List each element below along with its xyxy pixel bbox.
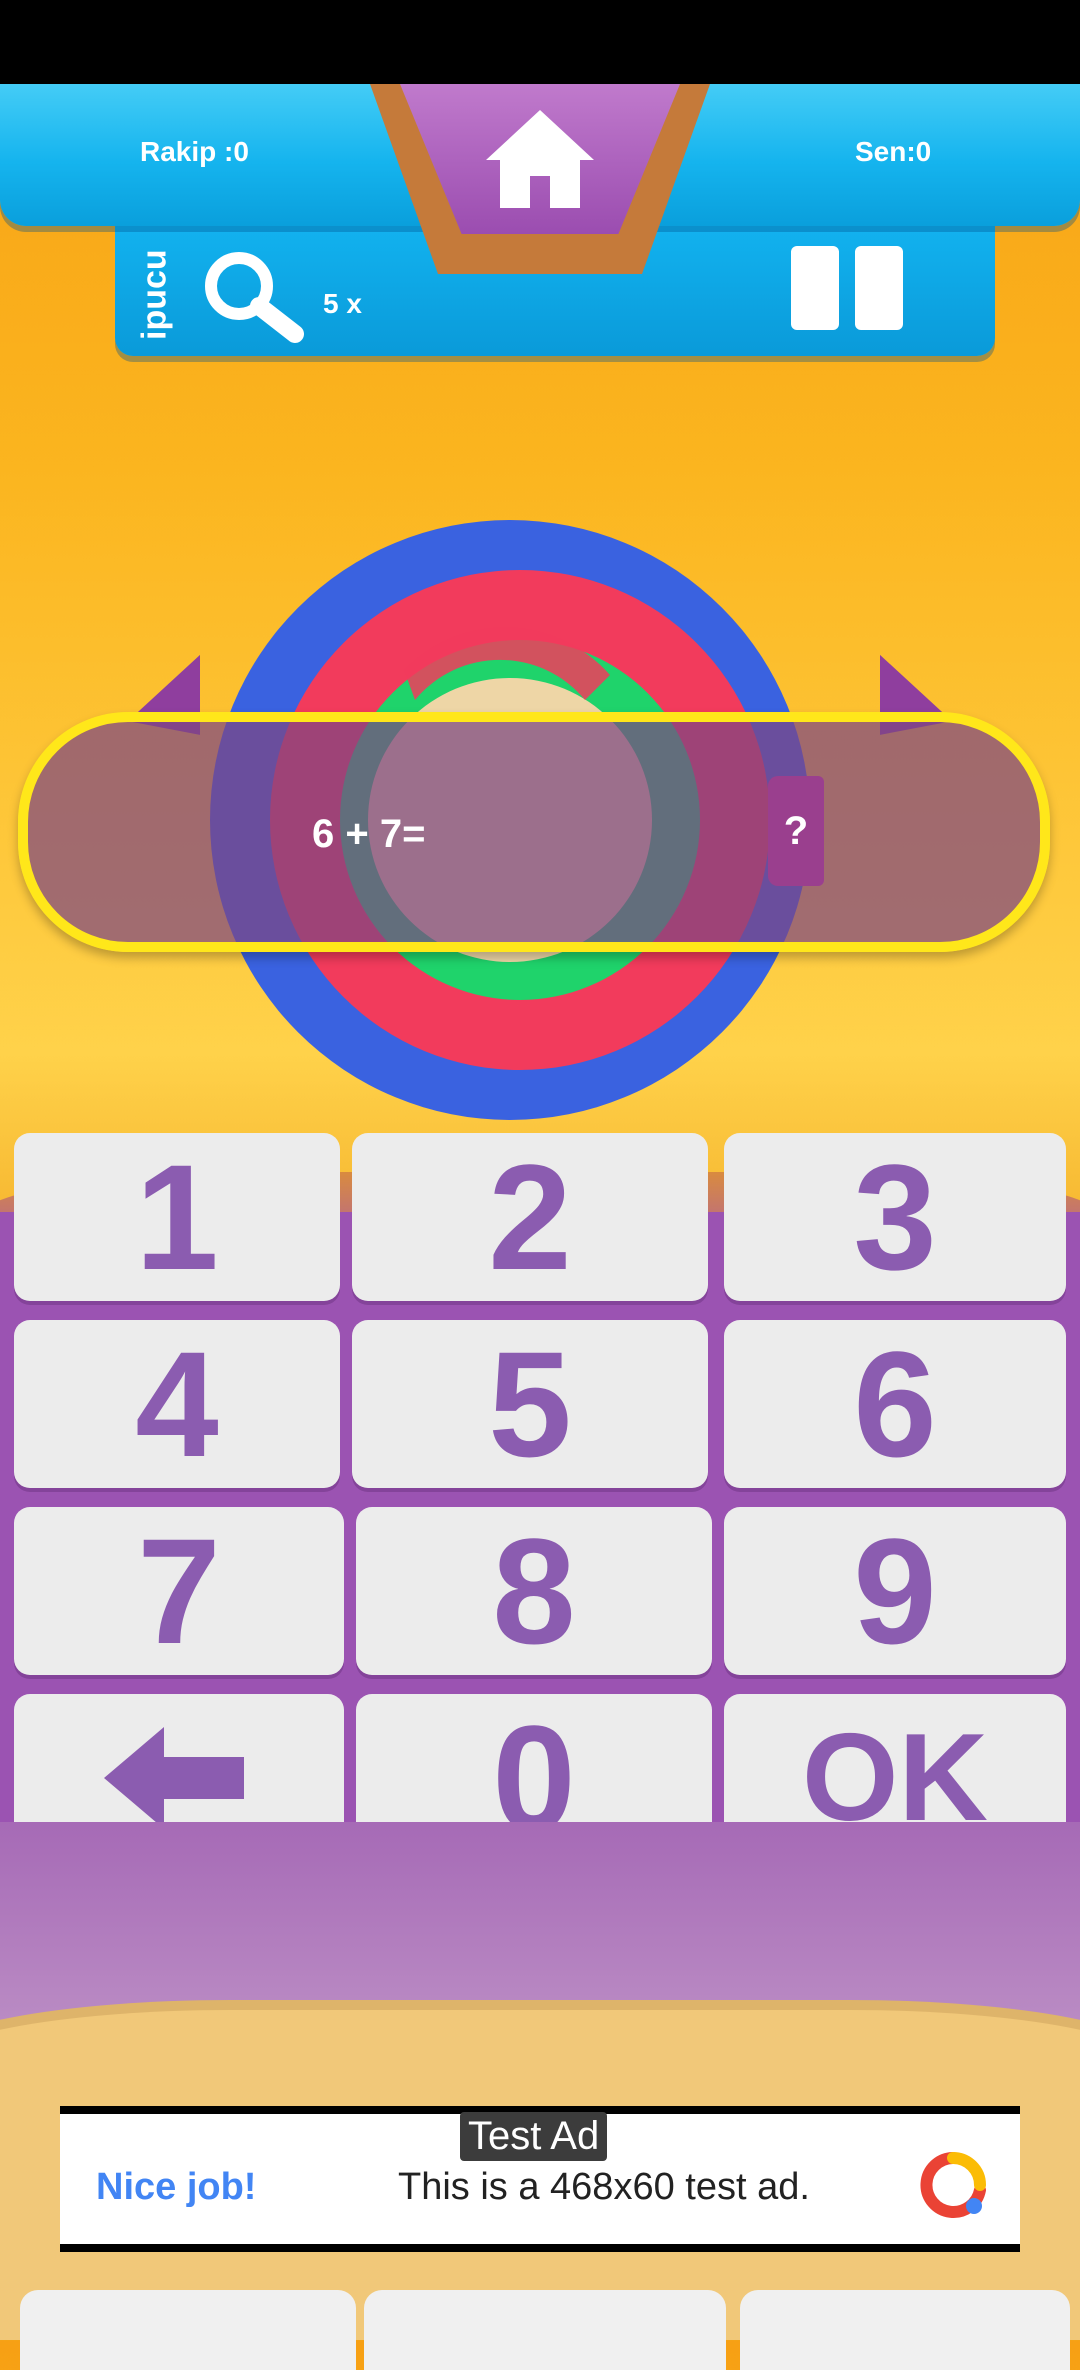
admob-logo-icon bbox=[920, 2152, 986, 2218]
key-7[interactable]: 7 bbox=[14, 1507, 344, 1675]
key-2[interactable]: 2 bbox=[352, 1133, 708, 1301]
hint-label: ipucu bbox=[135, 249, 174, 341]
bottom-button-middle[interactable] bbox=[364, 2290, 726, 2370]
bottom-button-right[interactable] bbox=[740, 2290, 1070, 2370]
opponent-score: Rakip :0 bbox=[140, 136, 249, 167]
equation-text: 6 + 7= bbox=[312, 812, 426, 856]
ad-text: This is a 468x60 test ad. bbox=[398, 2166, 810, 2208]
key-3[interactable]: 3 bbox=[724, 1133, 1066, 1301]
key-6[interactable]: 6 bbox=[724, 1320, 1066, 1488]
key-9[interactable]: 9 bbox=[724, 1507, 1066, 1675]
key-4[interactable]: 4 bbox=[14, 1320, 340, 1488]
left-arrow-icon bbox=[104, 1727, 244, 1829]
answer-placeholder: ? bbox=[768, 776, 824, 886]
status-bar bbox=[0, 0, 1080, 84]
player-score: Sen:0 bbox=[855, 136, 932, 167]
hint-count: 5 x bbox=[323, 288, 362, 319]
key-5[interactable]: 5 bbox=[352, 1320, 708, 1488]
pause-button[interactable] bbox=[783, 246, 913, 336]
ad-headline: Nice job! bbox=[96, 2166, 257, 2208]
question-banner bbox=[18, 712, 1050, 952]
magnifier-icon[interactable] bbox=[197, 246, 307, 346]
home-icon bbox=[486, 110, 594, 208]
pause-icon bbox=[791, 246, 839, 330]
key-1[interactable]: 1 bbox=[14, 1133, 340, 1301]
key-8[interactable]: 8 bbox=[356, 1507, 712, 1675]
ad-tag: Test Ad bbox=[460, 2112, 608, 2161]
bottom-button-left[interactable] bbox=[20, 2290, 356, 2370]
home-button[interactable] bbox=[370, 84, 710, 274]
